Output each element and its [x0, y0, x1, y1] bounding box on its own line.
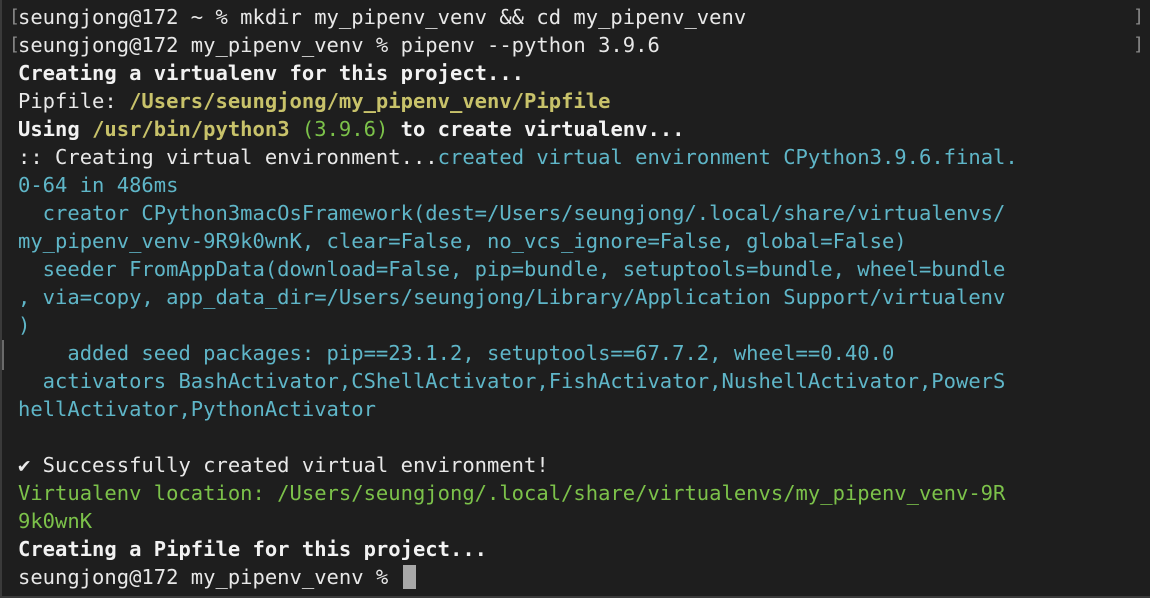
output-success: ✔ Successfully created virtual environme… — [18, 453, 549, 477]
output-creating-env: :: Creating virtual environment...create… — [18, 143, 1143, 171]
output-created-timing: 0-64 in 486ms — [18, 173, 179, 197]
output-seed-packages: added seed packages: pip==23.1.2, setupt… — [18, 341, 895, 365]
to-create-label: to create virtualenv... — [400, 117, 685, 141]
output-seeder-end: ) — [18, 313, 31, 337]
output-activators-cont: hellActivator,PythonActivator — [18, 397, 376, 421]
command-line-mkdir: seungjong@172 ~ % mkdir my_pipenv_venv &… — [18, 5, 747, 29]
output-virtualenv-location: Virtualenv location: /Users/seungjong/.l… — [18, 481, 1006, 505]
output-creating-virtualenv: Creating a virtualenv for this project..… — [18, 61, 525, 85]
command-line-pipenv: seungjong@172 my_pipenv_venv % pipenv --… — [18, 33, 660, 57]
python-path: /usr/bin/python3 — [92, 117, 290, 141]
pipfile-path: /Users/seungjong/my_pipenv_venv/Pipfile — [129, 89, 611, 113]
output-creator-cont: my_pipenv_venv-9R9k0wnK, clear=False, no… — [18, 229, 907, 253]
output-creating-pipfile: Creating a Pipfile for this project... — [18, 537, 487, 561]
text-cursor — [402, 565, 416, 589]
output-using-python: Using /usr/bin/python3 (3.9.6) to create… — [18, 115, 1143, 143]
terminal-output: seungjong@172 ~ % mkdir my_pipenv_venv &… — [18, 3, 1143, 591]
output-creator: creator CPython3macOsFramework(dest=/Use… — [18, 201, 1006, 225]
created-env-text: created virtual environment CPython3.9.6… — [437, 145, 1018, 169]
prompt-text: seungjong@172 my_pipenv_venv % — [18, 565, 401, 589]
python-version: (3.9.6) — [289, 117, 401, 141]
output-activators: activators BashActivator,CShellActivator… — [18, 369, 1006, 393]
output-pipfile: Pipfile: /Users/seungjong/my_pipenv_venv… — [18, 87, 1143, 115]
output-seeder: seeder FromAppData(download=False, pip=b… — [18, 257, 1006, 281]
output-virtualenv-location-cont: 9k0wnK — [18, 509, 93, 533]
using-label: Using — [18, 117, 93, 141]
scroll-marker — [2, 340, 4, 370]
output-seeder-cont: , via=copy, app_data_dir=/Users/seungjon… — [18, 285, 1006, 309]
pipfile-label: Pipfile: — [18, 89, 130, 113]
spinner-text: :: Creating virtual environment... — [18, 145, 438, 169]
terminal-window[interactable]: [ ] [ ] seungjong@172 ~ % mkdir my_pipen… — [0, 0, 1150, 598]
prompt-line[interactable]: seungjong@172 my_pipenv_venv % — [18, 563, 1143, 591]
